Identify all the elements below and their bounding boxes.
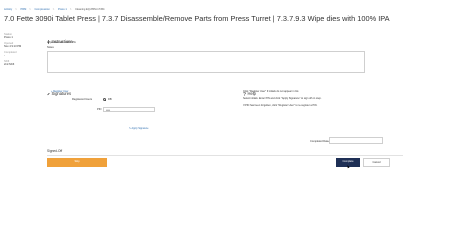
- breadcrumb-separator: >: [15, 8, 17, 11]
- shift-value: 2nd Shift: [4, 63, 15, 67]
- skip-button[interactable]: Skip: [47, 158, 107, 167]
- opened-value: Nov 4 9:13 PM: [4, 45, 22, 49]
- pin-field[interactable]: ••••: [103, 106, 155, 112]
- help-line: Select initials. Enter PIN and click "Ap…: [243, 97, 322, 100]
- instruction-text: Wipe dies with 100% IPA: [47, 40, 76, 44]
- breadcrumb-item-current: Cleaning EQ-PRM-17454: [75, 8, 105, 11]
- notes-textarea[interactable]: [47, 51, 365, 73]
- completed-value: -: [4, 54, 5, 58]
- breadcrumb-item-prm[interactable]: PRM: [20, 8, 26, 11]
- breadcrumb-separator: >: [29, 8, 31, 11]
- apply-signature-label: Apply Signature: [131, 127, 149, 130]
- breadcrumb-separator: >: [69, 8, 72, 11]
- pen-icon: [47, 92, 50, 95]
- divider: [47, 154, 403, 155]
- help-line: If PIN has been forgotten, click "Regist…: [243, 104, 318, 107]
- breadcrumb: Activity > PRM > Compression > Press 1 > Cle…: [4, 8, 107, 11]
- page-title: 7.0 Fette 3090i Tablet Press | 7.3.7 Dis…: [4, 14, 390, 23]
- register-user-link[interactable]: + Register User: [51, 90, 68, 93]
- notes-label: Notes: [47, 45, 54, 49]
- breadcrumb-separator: >: [52, 8, 55, 11]
- pin-label: PIN: [97, 108, 102, 111]
- registered-user-radio[interactable]: [103, 97, 107, 102]
- apply-signature-button[interactable]: ✎ Apply Signature: [129, 127, 148, 130]
- breadcrumb-item-activity[interactable]: Activity: [4, 8, 12, 11]
- cancel-button[interactable]: Cancel: [363, 158, 390, 167]
- step-info-panel: Station Press 1 Opened Nov 4 9:13 PM Com…: [4, 33, 42, 69]
- breadcrumb-item-press[interactable]: Press 1: [58, 8, 67, 11]
- registered-users-label: Registered Users: [72, 98, 93, 101]
- station-value: Press 1: [4, 36, 13, 40]
- signed-off-title: Signed-Off: [47, 149, 63, 153]
- help-line: Click "Register User" if initials do not…: [243, 90, 299, 93]
- registered-user-initials[interactable]: DB: [108, 98, 112, 101]
- breadcrumb-item-compression[interactable]: Compression: [34, 8, 49, 11]
- completed-datetime-field[interactable]: [329, 137, 383, 144]
- register-user-label: Register User: [53, 90, 69, 93]
